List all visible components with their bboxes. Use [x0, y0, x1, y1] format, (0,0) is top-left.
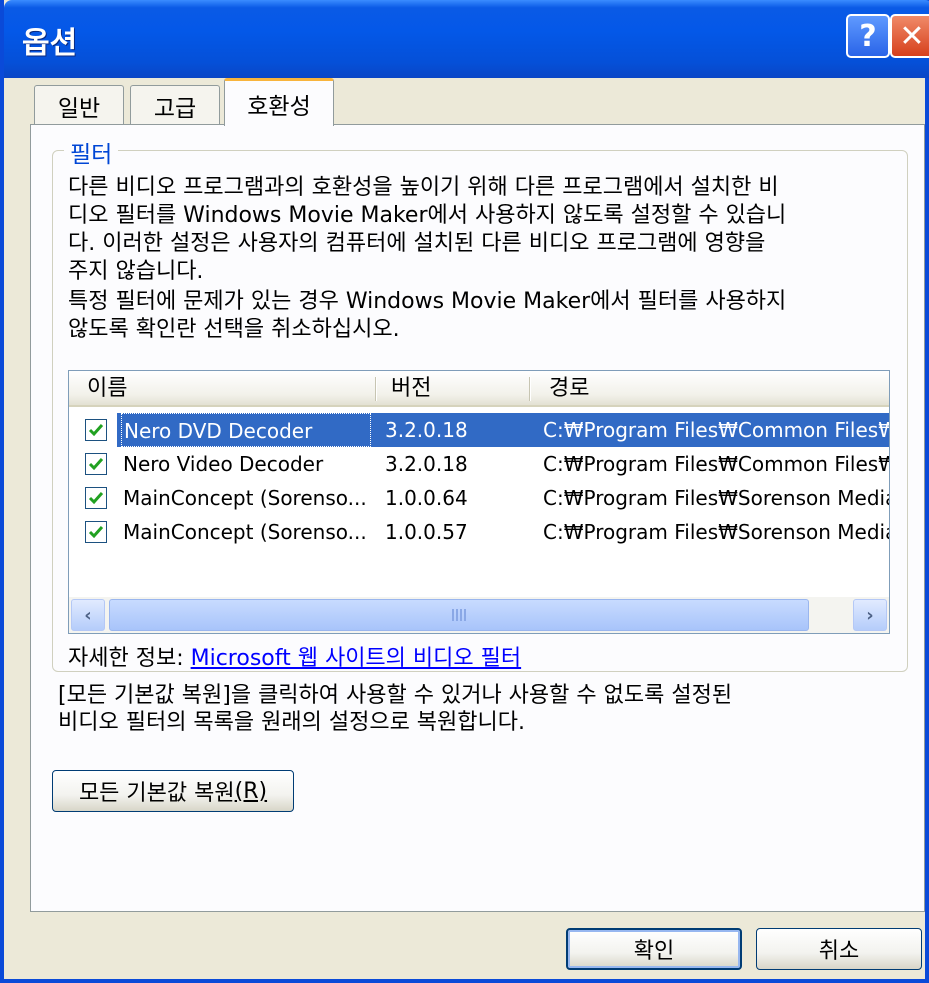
- filter-path: C:₩Program Files₩Common Files₩: [543, 418, 889, 442]
- filter-name: MainConcept (Sorenso...: [123, 486, 367, 510]
- grip-icon: [452, 609, 466, 621]
- tab-compatibility[interactable]: 호환성: [224, 78, 334, 126]
- restore-description: [모든 기본값 복원]을 클릭하여 사용할 수 있거나 사용할 수 없도록 설정…: [58, 683, 733, 735]
- options-dialog: 옵션 ? ✕ 일반 고급 호환성 필터 다른 비디오 프로그램과의 호환성을 높…: [0, 0, 929, 983]
- chevron-right-icon: ›: [866, 604, 874, 626]
- list-header: 이름 버전 경로: [69, 371, 889, 407]
- filter-version: 1.0.0.64: [385, 486, 468, 510]
- checkbox[interactable]: [85, 419, 107, 441]
- restore-button-accel: (R): [234, 778, 268, 804]
- column-header-version[interactable]: 버전: [391, 371, 431, 407]
- column-divider[interactable]: [375, 377, 377, 401]
- column-divider[interactable]: [529, 377, 531, 401]
- tab-general[interactable]: 일반: [34, 85, 124, 125]
- filter-name: MainConcept (Sorenso...: [123, 520, 367, 544]
- scroll-left-button[interactable]: ‹: [71, 599, 105, 631]
- filter-path: C:₩Program Files₩Common Files₩: [543, 452, 889, 476]
- video-filters-link[interactable]: Microsoft 웹 사이트의 비디오 필터: [191, 646, 522, 671]
- check-icon: [88, 492, 104, 505]
- filter-description: 다른 비디오 프로그램과의 호환성을 높이기 위해 다른 프로그램에서 설치한 …: [68, 175, 787, 284]
- check-icon: [88, 526, 104, 539]
- cancel-button[interactable]: 취소: [756, 928, 922, 970]
- checkbox[interactable]: [85, 521, 107, 543]
- checkbox[interactable]: [85, 487, 107, 509]
- filter-version: 1.0.0.57: [385, 520, 468, 544]
- filter-group-title: 필터: [64, 135, 119, 169]
- restore-defaults-button[interactable]: 모든 기본값 복원 (R): [52, 770, 294, 812]
- tab-advanced[interactable]: 고급: [130, 85, 220, 125]
- restore-button-label: 모든 기본값 복원: [78, 781, 235, 806]
- table-row[interactable]: Nero Video Decoder 3.2.0.18 C:₩Program F…: [69, 447, 889, 481]
- scroll-right-button[interactable]: ›: [853, 599, 887, 631]
- filter-version: 3.2.0.18: [385, 452, 468, 476]
- checkbox[interactable]: [85, 453, 107, 475]
- table-row[interactable]: Nero DVD Decoder 3.2.0.18 C:₩Program Fil…: [69, 413, 889, 447]
- check-icon: [88, 424, 104, 437]
- column-header-name[interactable]: 이름: [87, 371, 127, 407]
- close-button[interactable]: ✕: [890, 14, 929, 58]
- scrollbar-thumb[interactable]: [109, 599, 809, 631]
- ok-button[interactable]: 확인: [566, 928, 742, 970]
- chevron-left-icon: ‹: [84, 604, 92, 626]
- filter-instructions: 특정 필터에 문제가 있는 경우 Windows Movie Maker에서 필…: [68, 289, 787, 342]
- window-title: 옵션: [22, 26, 78, 61]
- table-row[interactable]: MainConcept (Sorenso... 1.0.0.64 C:₩Prog…: [69, 481, 889, 515]
- column-header-path[interactable]: 경로: [549, 371, 589, 407]
- filter-name: Nero Video Decoder: [123, 452, 324, 476]
- more-info: 자세한 정보: Microsoft 웹 사이트의 비디오 필터: [68, 640, 521, 672]
- table-row[interactable]: MainConcept (Sorenso... 1.0.0.57 C:₩Prog…: [69, 515, 889, 549]
- horizontal-scrollbar[interactable]: ‹ ›: [69, 597, 889, 633]
- filter-name: Nero DVD Decoder: [121, 413, 371, 447]
- filter-version: 3.2.0.18: [385, 418, 468, 442]
- filter-list[interactable]: 이름 버전 경로 Nero DVD Decoder 3.2.0.18 C:₩Pr…: [68, 370, 890, 634]
- check-icon: [88, 458, 104, 471]
- filter-path: C:₩Program Files₩Sorenson Media: [543, 486, 889, 510]
- title-bar: 옵션 ? ✕: [4, 0, 929, 78]
- help-button[interactable]: ?: [846, 14, 890, 58]
- filter-path: C:₩Program Files₩Sorenson Media: [543, 520, 889, 544]
- more-info-label: 자세한 정보:: [68, 646, 184, 671]
